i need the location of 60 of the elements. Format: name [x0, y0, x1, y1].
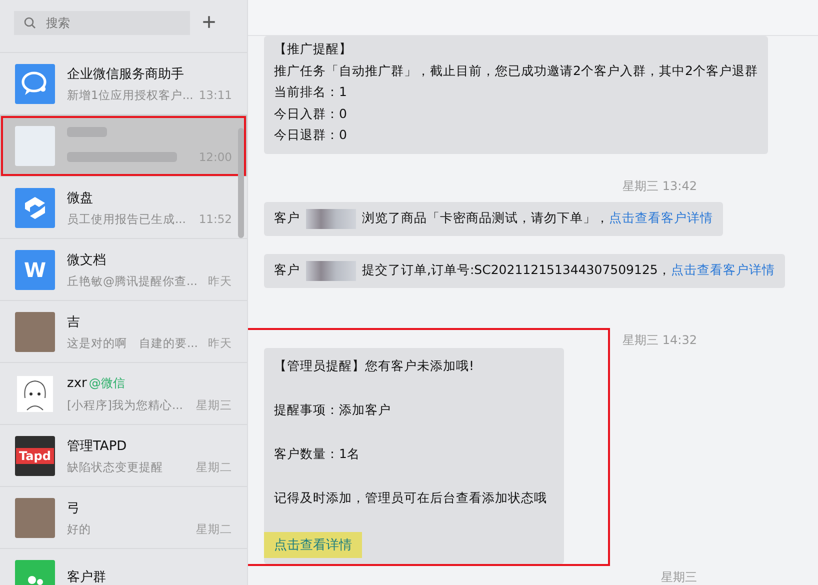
message-text: 提醒事项：添加客户 [273, 400, 392, 418]
conversation-item[interactable]: 吉 这是对的啊 自建的要... 昨天 [0, 301, 247, 363]
logo-text: Tapd [16, 448, 54, 464]
message-preview: 新增1位应用授权客户... [67, 88, 194, 102]
conversation-name: 管理TAPD [67, 438, 127, 454]
message-preview: 缺陷状态变更提醒 [67, 460, 163, 474]
message-text: 【推广提醒】 [274, 40, 353, 58]
conversation-time: 星期三 [196, 398, 232, 412]
conversation-time: 星期二 [196, 460, 232, 474]
message-text: 浏览了商品「卡密商品测试，请勿下单」， [362, 210, 609, 227]
message-text: 客户数量：1名 [273, 444, 361, 462]
chat-bubble-icon [21, 70, 49, 96]
conversation-time: 13:11 [198, 88, 232, 102]
message-text: 提交了订单,订单号:SC202112151344307509125， [362, 262, 671, 279]
blurred-name [306, 208, 356, 228]
message-text: 客户 [274, 262, 300, 279]
message-preview: 好的 [67, 522, 91, 536]
conversation-time: 星期二 [196, 522, 232, 536]
conversation-name: 吉 [67, 314, 80, 330]
logo-text: W [24, 258, 46, 282]
message-text: 记得及时添加，管理员可在后台查看添加状态哦 [273, 488, 548, 506]
photo-placeholder [15, 498, 55, 538]
message-text: 推广任务「自动推广群」，截止目前，您已成功邀请2个客户入群，其中2个客户退群 [274, 62, 758, 80]
photo-placeholder [15, 126, 55, 166]
message-text: 当前排名：1 [274, 83, 348, 101]
message-text: 【管理员提醒】您有客户未添加哦! [273, 356, 476, 374]
conversation-name: 微文档 [67, 252, 106, 268]
cartoon-face-icon [17, 376, 53, 412]
message-time: 星期三 [661, 570, 697, 584]
message-preview: 丘艳敏@腾讯提醒你查... [67, 274, 198, 288]
conversation-name: 客户群 [67, 569, 106, 585]
message-text: 今日退群：0 [274, 126, 348, 144]
source-tag: @微信 [88, 374, 125, 392]
search-field[interactable]: 搜索 [14, 10, 190, 34]
conversation-item[interactable]: 弓 好的 星期二 [0, 487, 247, 549]
cube-icon [22, 194, 48, 220]
conversation-time: 11:52 [198, 212, 232, 226]
message-time: 星期三 14:32 [622, 332, 697, 346]
conversation-name: zxr [67, 376, 87, 390]
blurred-name [306, 260, 356, 280]
message-time: 星期三 13:42 [622, 178, 697, 192]
message-text: 今日入群：0 [274, 104, 348, 122]
message-preview: [小程序]我为您精心... [67, 398, 183, 412]
add-button[interactable]: + [202, 10, 216, 34]
conversation-item[interactable]: Tapd 管理TAPD 缺陷状态变更提醒 星期二 [0, 425, 247, 487]
conversation-name: 弓 [67, 500, 80, 516]
scrollbar-thumb[interactable] [238, 128, 244, 238]
conversation-name: 微盘 [67, 190, 93, 206]
message-text: 客户 [274, 210, 300, 227]
search-icon [24, 16, 36, 28]
conversation-time: 昨天 [208, 336, 232, 350]
conversation-item[interactable]: zxr@微信 [小程序]我为您精心... 星期三 [0, 363, 247, 425]
photo-placeholder [15, 312, 55, 352]
message-preview: 这是对的啊 自建的要... [67, 336, 198, 350]
conversation-item[interactable]: 客户群 [0, 549, 247, 585]
conversation-item[interactable]: W 微文档 丘艳敏@腾讯提醒你查... 昨天 [0, 239, 247, 301]
search-input[interactable]: 搜索 [44, 14, 178, 30]
conversation-name: 企业微信服务商助手 [67, 66, 184, 82]
message-preview: 员工使用报告已生成... [67, 212, 186, 226]
conversation-time: 昨天 [208, 274, 232, 288]
